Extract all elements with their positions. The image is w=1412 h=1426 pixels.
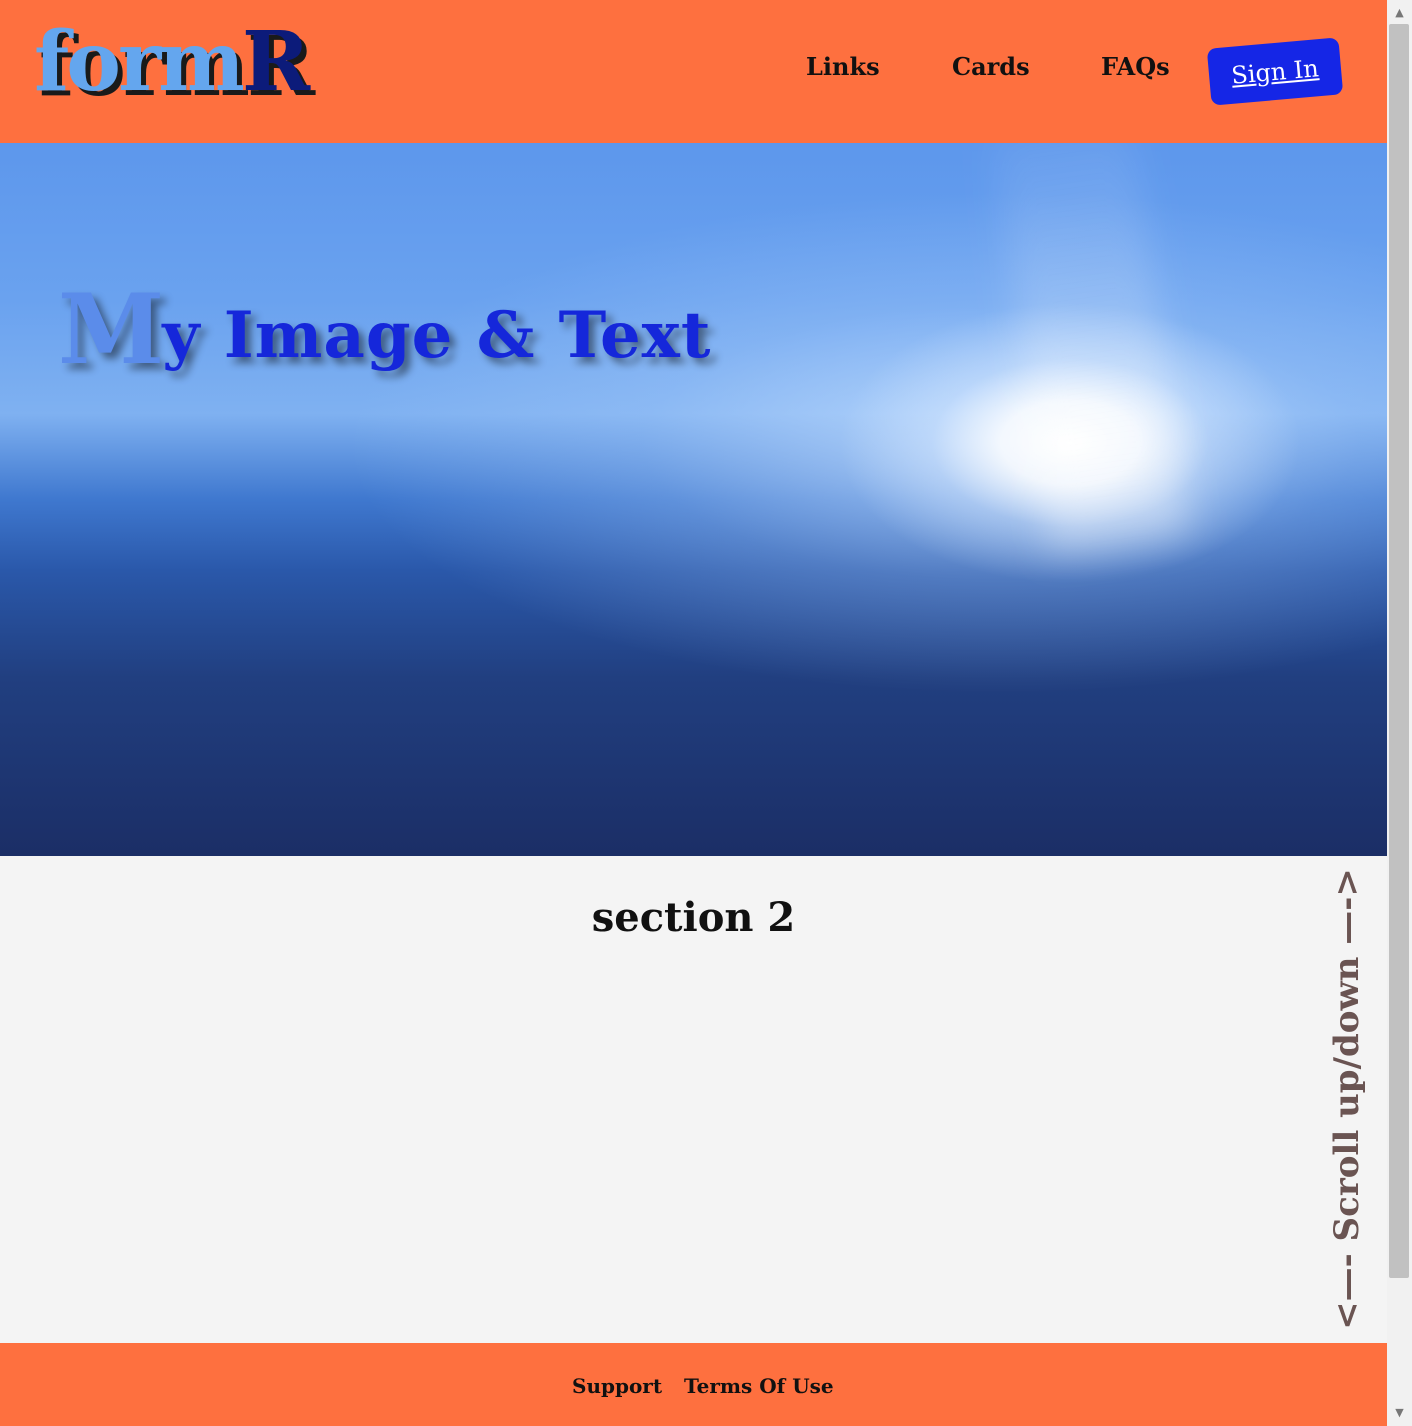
hero-title-rest: y Image & Text bbox=[162, 298, 712, 373]
section-2-title: section 2 bbox=[591, 894, 796, 941]
page: formR Links Cards FAQs Sign In My Image … bbox=[0, 0, 1387, 1426]
scroll-up-arrow-icon[interactable]: ▲ bbox=[1387, 2, 1412, 24]
scroll-hint: <—- Scroll up/down —-> bbox=[1323, 864, 1371, 1334]
hero-title-initial: M bbox=[58, 273, 164, 386]
sign-in-button[interactable]: Sign In bbox=[1206, 37, 1344, 106]
nav-link-cards[interactable]: Cards bbox=[952, 52, 1030, 81]
hero-light-beam bbox=[991, 143, 1189, 551]
scroll-down-arrow-icon[interactable]: ▼ bbox=[1387, 1402, 1412, 1424]
logo-text-r: R bbox=[241, 14, 310, 110]
nav-link-links[interactable]: Links bbox=[806, 52, 880, 81]
scroll-hint-text: <—- Scroll up/down —-> bbox=[1327, 868, 1367, 1330]
site-logo[interactable]: formR bbox=[34, 12, 310, 112]
footer-link-terms[interactable]: Terms Of Use bbox=[684, 1374, 834, 1398]
scrollbar-thumb[interactable] bbox=[1389, 24, 1409, 1278]
section-2: section 2 <—- Scroll up/down —-> bbox=[0, 856, 1387, 1343]
hero-title: My Image & Text bbox=[58, 273, 711, 386]
logo-text-form: form bbox=[34, 14, 245, 110]
site-footer: Support Terms Of Use bbox=[0, 1343, 1387, 1426]
footer-link-support[interactable]: Support bbox=[572, 1374, 662, 1398]
vertical-scrollbar[interactable]: ▲ ▼ bbox=[1387, 0, 1412, 1426]
site-header: formR Links Cards FAQs Sign In bbox=[0, 0, 1387, 143]
nav-link-faqs[interactable]: FAQs bbox=[1101, 52, 1170, 81]
hero-banner: My Image & Text bbox=[0, 143, 1387, 856]
